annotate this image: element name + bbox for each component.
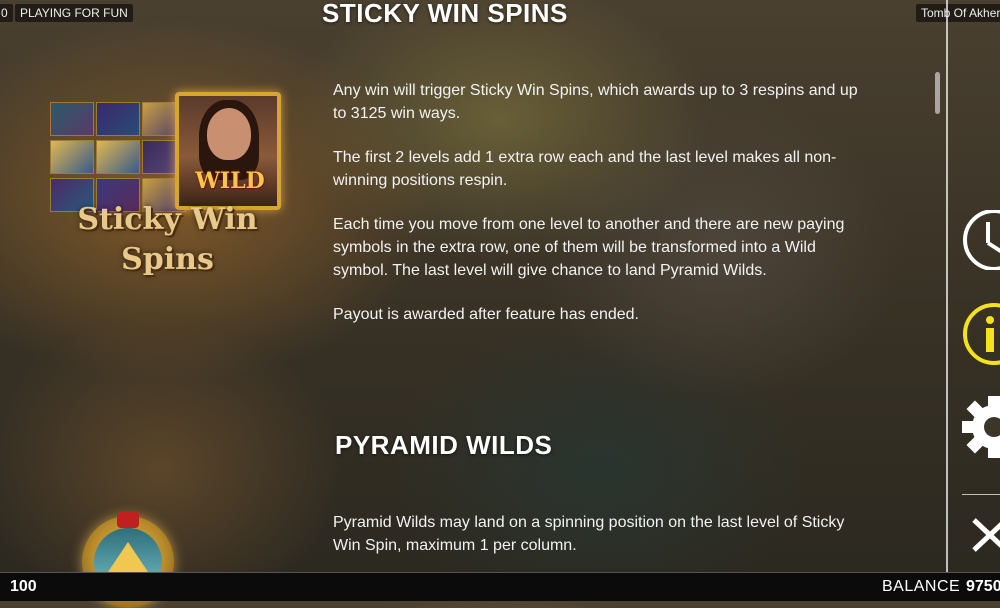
gear-icon[interactable] [962, 396, 1000, 458]
side-menu-separator [962, 494, 1000, 495]
wild-symbol: WILD [175, 92, 281, 210]
balance-label: BALANCE [882, 578, 961, 595]
paragraph: Each time you move from one level to ano… [333, 216, 845, 279]
bet-value: 100 [10, 578, 37, 595]
side-menu-divider [946, 0, 948, 572]
paragraph: Payout is awarded after feature has ende… [333, 306, 639, 323]
top-left-fragment: 0 [0, 4, 13, 22]
paragraph: The first 2 levels add 1 extra row each … [333, 149, 837, 189]
section-title-pyramid-wilds: PYRAMID WILDS [335, 430, 553, 460]
logo-line-1: Sticky Win [77, 202, 258, 237]
paragraph: Any win will trigger Sticky Win Spins, w… [333, 82, 858, 122]
scrollbar-thumb[interactable] [935, 72, 940, 114]
clock-icon[interactable] [962, 209, 1000, 271]
section-title-sticky-win-spins: STICKY WIN SPINS [322, 0, 568, 28]
balance-value: 9750 [966, 578, 1000, 595]
info-icon[interactable] [962, 303, 1000, 365]
bottom-bar: 100 BALANCE 9750 [0, 572, 1000, 601]
logo-line-2: Spins [121, 242, 214, 277]
wild-label: WILD [195, 168, 265, 194]
sticky-win-spins-image: WILD Sticky Win Spins [45, 90, 290, 280]
mode-badge: PLAYING FOR FUN [15, 4, 133, 22]
sticky-win-spins-logo-text: Sticky Win Spins [45, 200, 290, 280]
paragraph: Pyramid Wilds may land on a spinning pos… [333, 514, 845, 554]
game-title: Tomb Of Akher [916, 4, 1000, 22]
close-icon[interactable] [962, 512, 1000, 572]
